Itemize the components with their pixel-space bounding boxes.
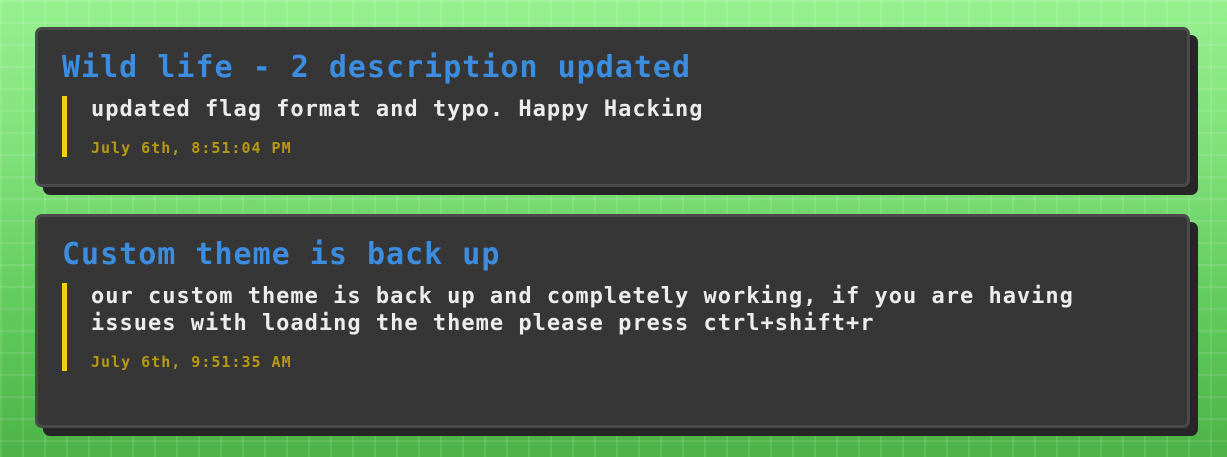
announcement-title: Wild life - 2 description updated	[62, 50, 692, 85]
announcement-text: updated flag format and typo. Happy Hack…	[91, 97, 704, 122]
announcement-feed: Wild life - 2 description updated update…	[35, 27, 1190, 455]
announcement-text: our custom theme is back up and complete…	[91, 284, 1074, 336]
announcement-timestamp: July 6th, 9:51:35 AM	[91, 353, 292, 371]
announcement-title: Custom theme is back up	[62, 237, 501, 272]
announcement-body: our custom theme is back up and complete…	[62, 283, 1163, 371]
announcement-timestamp: July 6th, 8:51:04 PM	[91, 139, 292, 157]
announcement-card: Custom theme is back up our custom theme…	[35, 214, 1190, 428]
announcement-card: Wild life - 2 description updated update…	[35, 27, 1190, 187]
announcement-body: updated flag format and typo. Happy Hack…	[62, 96, 1163, 157]
